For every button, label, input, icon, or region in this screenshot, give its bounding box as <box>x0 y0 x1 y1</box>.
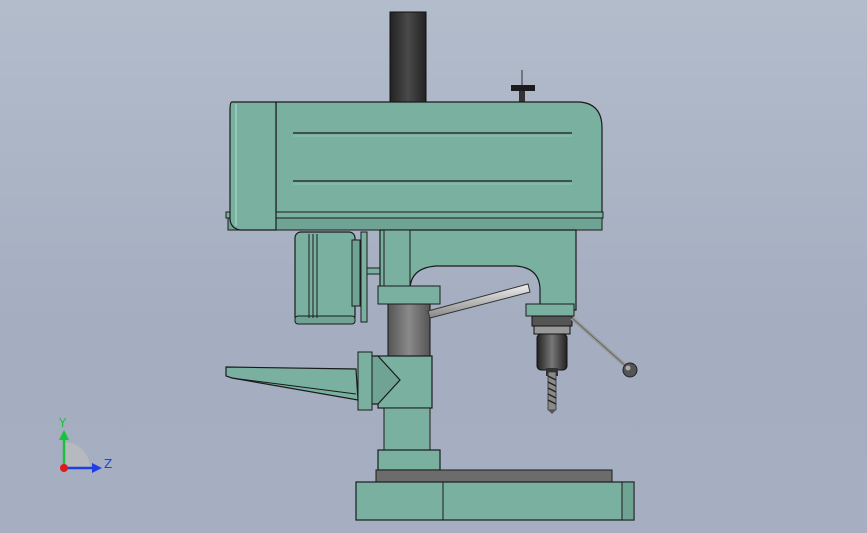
drill-bit <box>547 371 557 414</box>
y-axis-label: Y <box>58 416 67 430</box>
top-pillar[interactable] <box>389 11 427 105</box>
z-axis-arrow <box>92 463 102 473</box>
motor[interactable] <box>294 231 392 325</box>
feed-handle[interactable] <box>570 316 638 378</box>
work-table[interactable] <box>225 366 359 401</box>
base-plate[interactable] <box>355 469 635 521</box>
column-base[interactable] <box>377 407 441 471</box>
head-housing[interactable] <box>225 101 604 231</box>
pulley-cover[interactable] <box>229 101 277 231</box>
z-axis-label: Z <box>104 457 112 471</box>
x-axis-origin <box>60 464 68 472</box>
cad-graphics-viewport[interactable]: Y Z <box>0 0 867 533</box>
feed-lever-bar[interactable] <box>427 283 531 319</box>
axis-triad[interactable]: Y Z <box>58 416 112 473</box>
y-axis-arrow <box>59 430 69 440</box>
drill-press-model[interactable]: Y Z <box>0 0 867 533</box>
drill-chuck[interactable] <box>531 315 573 376</box>
table-collar[interactable] <box>357 351 433 411</box>
top-knob[interactable] <box>511 70 535 103</box>
